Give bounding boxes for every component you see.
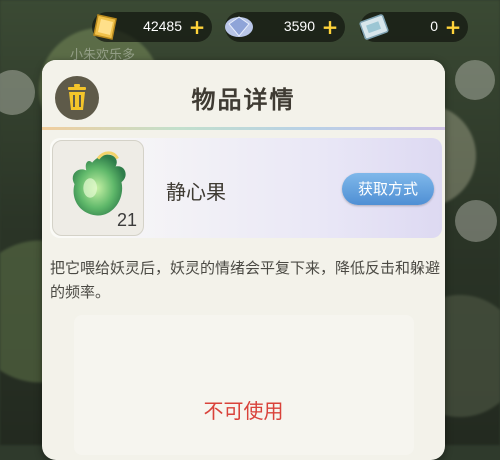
gold-value: 42485: [143, 18, 182, 34]
item-count: 21: [116, 210, 137, 230]
status-unusable: 不可使用: [203, 399, 284, 423]
diamond-resource: 3590 +: [225, 12, 345, 42]
dialog-title: 物品详情: [191, 86, 296, 114]
background-bubble: [455, 60, 495, 100]
ticket-resource: 0 +: [359, 12, 468, 42]
obtain-method-button[interactable]: 获取方式: [342, 173, 434, 205]
header-divider: [42, 127, 445, 130]
gold-resource: 42485 +: [92, 12, 212, 42]
diamond-icon: [225, 16, 253, 37]
resource-bar: 42485 + 3590 + 0 +: [0, 12, 500, 44]
item-card: 21 静心果 获取方式: [50, 138, 442, 238]
ticket-value: 0: [430, 18, 438, 34]
background-bubble: [455, 200, 497, 242]
item-detail-dialog: 物品详情 21 静心果 获取方式 把它喂给妖灵后，妖灵的情绪会平复下来，降低反击…: [42, 60, 445, 460]
item-icon-frame[interactable]: 21: [52, 140, 144, 236]
gold-coin-icon: [93, 14, 117, 40]
add-diamond-button[interactable]: +: [321, 17, 339, 37]
item-name: 静心果: [166, 180, 226, 204]
diamond-value: 3590: [283, 18, 315, 34]
ticket-icon: [359, 14, 389, 40]
add-gold-button[interactable]: +: [188, 17, 206, 37]
add-ticket-button[interactable]: +: [444, 17, 462, 37]
item-description: 把它喂给妖灵后，妖灵的情绪会平复下来，降低反击和躲避的频率。: [50, 259, 441, 301]
description-panel: [74, 315, 414, 455]
